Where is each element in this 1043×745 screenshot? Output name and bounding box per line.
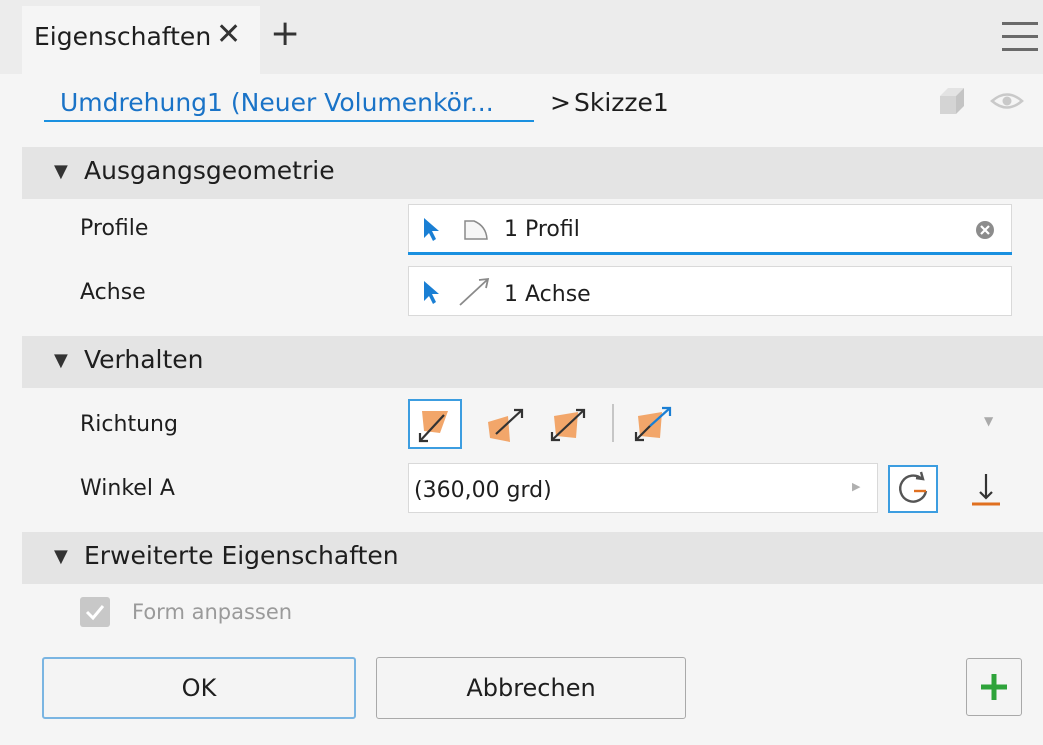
breadcrumb-link[interactable]: Umdrehung1 (Neuer Volumenkör... [60, 86, 494, 120]
ok-button[interactable]: OK [42, 657, 356, 719]
add-button[interactable] [966, 658, 1022, 716]
section-title-advanced: Erweiterte Eigenschaften [84, 541, 399, 570]
direction-default-icon [418, 411, 448, 443]
profile-shape-icon [464, 220, 488, 240]
section-title-behavior: Verhalten [84, 345, 204, 374]
axis-line-icon [459, 277, 490, 306]
profile-label: Profile [80, 216, 149, 241]
cube-icon[interactable] [936, 84, 970, 118]
select-cursor-icon [424, 218, 439, 241]
angle-direction-icon[interactable] [964, 466, 1008, 512]
breadcrumb-current: Skizze1 [574, 88, 669, 117]
breadcrumb-underline [44, 120, 534, 122]
checkmark-icon [85, 605, 105, 621]
fit-shape-checkbox[interactable] [80, 597, 110, 627]
tab-label: Eigenschaften [34, 22, 212, 51]
axis-selector[interactable] [408, 266, 1012, 316]
profile-selector[interactable] [408, 204, 1012, 254]
revolution-icon [899, 471, 928, 503]
dropdown-arrow-icon[interactable]: ▼ [984, 414, 993, 428]
collapse-triangle-icon[interactable]: ▼ [54, 546, 68, 567]
select-cursor-icon [424, 281, 439, 304]
direction-default-button[interactable] [408, 399, 462, 449]
clear-selection-icon[interactable] [975, 220, 995, 240]
collapse-triangle-icon[interactable]: ▼ [54, 350, 68, 371]
angle-label: Winkel A [80, 476, 175, 501]
direction-asymmetric-icon[interactable] [628, 402, 676, 446]
toolbar-divider [612, 404, 614, 442]
close-icon[interactable]: ✕ [216, 18, 241, 52]
hamburger-menu-icon[interactable] [998, 22, 1042, 54]
angle-value: (360,00 grd) [414, 478, 552, 503]
cancel-button-label: Abbrechen [466, 674, 596, 702]
expand-arrow-icon[interactable]: ▶ [852, 480, 860, 493]
eye-icon[interactable] [990, 90, 1024, 112]
full-revolution-button[interactable] [888, 465, 938, 513]
fit-shape-label: Form anpassen [132, 600, 293, 624]
profile-focus-underline [408, 252, 1012, 255]
green-plus-icon [981, 674, 1007, 700]
axis-label: Achse [80, 280, 146, 305]
direction-flipped-icon[interactable] [482, 402, 530, 446]
cancel-button[interactable]: Abbrechen [376, 657, 686, 719]
ok-button-label: OK [181, 674, 217, 702]
profile-value: 1 Profil [504, 217, 580, 242]
direction-label: Richtung [80, 412, 178, 437]
plus-icon[interactable]: + [270, 14, 300, 54]
breadcrumb-separator: > [550, 88, 571, 117]
collapse-triangle-icon[interactable]: ▼ [54, 161, 68, 182]
axis-value: 1 Achse [504, 282, 591, 307]
direction-symmetric-icon[interactable] [544, 402, 592, 446]
section-title-input-geometry: Ausgangsgeometrie [84, 156, 335, 185]
